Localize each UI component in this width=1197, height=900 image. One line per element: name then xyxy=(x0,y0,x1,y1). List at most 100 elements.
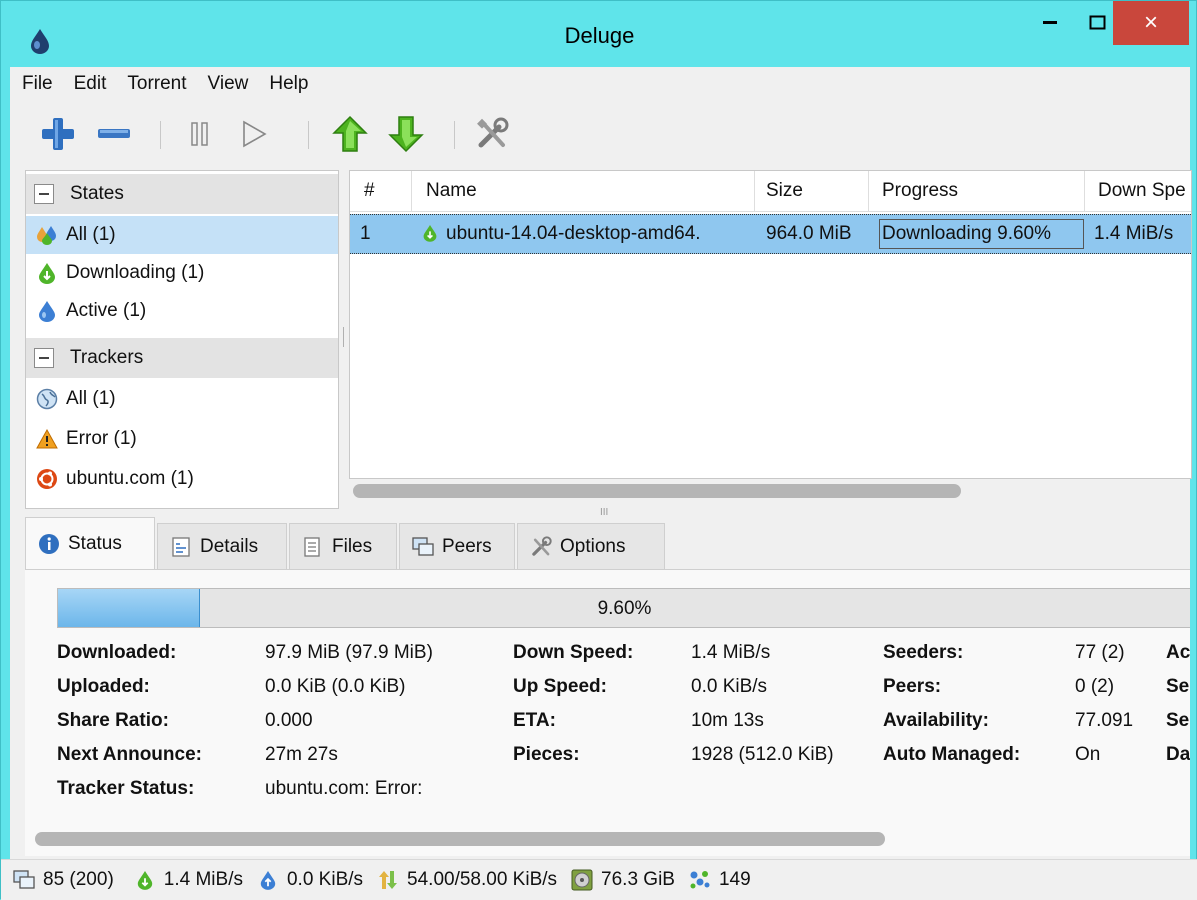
uploaded-value: 0.0 KiB (0.0 KiB) xyxy=(265,676,406,697)
menu-torrent[interactable]: Torrent xyxy=(115,73,195,101)
tab-options[interactable]: Options xyxy=(517,523,665,570)
column-divider[interactable] xyxy=(411,171,412,211)
title-bar[interactable]: Deluge × xyxy=(1,1,1197,71)
truncated-label: Se xyxy=(1166,676,1190,697)
connections-value: 85 (200) xyxy=(43,869,114,890)
queue-up-icon xyxy=(332,115,368,152)
collapse-icon[interactable] xyxy=(34,184,54,204)
up-down-arrows-icon xyxy=(377,869,399,891)
toolbar-separator xyxy=(160,121,161,149)
connections-status[interactable]: 85 (200) xyxy=(13,869,114,891)
toolbar-separator xyxy=(308,121,309,149)
add-torrent-button[interactable] xyxy=(36,109,80,159)
column-divider[interactable] xyxy=(754,171,755,211)
sidebar-item-active[interactable]: Active (1) xyxy=(26,292,338,330)
menu-bar: File Edit Torrent View Help xyxy=(10,73,317,101)
filter-sidebar: States All (1) Downloading (1) Active (1… xyxy=(25,170,339,509)
vertical-splitter-handle[interactable] xyxy=(341,327,347,347)
down-speed-value: 1.4 MiB/s xyxy=(691,642,771,663)
connections-icon xyxy=(13,869,35,891)
dht-nodes-value: 149 xyxy=(718,869,751,890)
active-icon xyxy=(36,300,58,322)
protocol-traffic-status[interactable]: 54.00/58.00 KiB/s xyxy=(377,869,557,891)
tab-files[interactable]: Files xyxy=(289,523,397,570)
globe-icon xyxy=(36,388,58,410)
states-group-header[interactable]: States xyxy=(26,174,338,214)
tab-peers[interactable]: Peers xyxy=(399,523,515,570)
trackers-group-header[interactable]: Trackers xyxy=(26,338,338,378)
tab-label: Status xyxy=(68,533,122,554)
add-icon xyxy=(42,118,74,150)
peers-value: 0 (2) xyxy=(1075,676,1115,697)
menu-help[interactable]: Help xyxy=(257,73,317,101)
pause-button[interactable] xyxy=(182,109,218,159)
auto-managed-value: On xyxy=(1075,744,1101,765)
ubuntu-icon xyxy=(36,468,58,490)
up-speed-label: Up Speed: xyxy=(513,676,607,697)
sidebar-item-ubuntu-com[interactable]: ubuntu.com (1) xyxy=(26,460,338,498)
torrent-list: # Name Size Progress Down Spe 1 ubuntu-1… xyxy=(349,170,1192,479)
column-divider[interactable] xyxy=(1084,171,1085,211)
remove-torrent-button[interactable] xyxy=(92,109,136,159)
download-speed-status[interactable]: 1.4 MiB/s xyxy=(134,869,243,891)
column-header-down-speed[interactable]: Down Spe xyxy=(1098,180,1186,202)
queue-down-button[interactable] xyxy=(384,109,428,159)
queue-up-button[interactable] xyxy=(328,109,372,159)
preferences-icon xyxy=(477,117,509,148)
menu-edit[interactable]: Edit xyxy=(62,73,116,101)
close-icon: × xyxy=(1143,9,1158,36)
downloaded-label: Downloaded: xyxy=(57,642,177,663)
details-tabs: Status Details Files Peers Options xyxy=(25,515,725,570)
tab-details[interactable]: Details xyxy=(157,523,287,570)
queue-down-icon xyxy=(388,116,424,153)
down-speed-label: Down Speed: xyxy=(513,642,634,663)
sidebar-item-error[interactable]: Error (1) xyxy=(26,420,338,458)
status-bar: 85 (200) 1.4 MiB/s 0.0 KiB/s 54.00/58.00… xyxy=(1,859,1197,900)
resume-button[interactable] xyxy=(236,109,272,159)
next-announce-label: Next Announce: xyxy=(57,744,202,765)
downloading-icon xyxy=(422,224,438,248)
files-icon xyxy=(302,536,324,558)
tab-label: Files xyxy=(332,536,373,557)
torrent-list-horizontal-scrollbar[interactable] xyxy=(353,484,961,498)
tab-status[interactable]: Status xyxy=(25,517,155,570)
up-speed-value: 0.0 KiB/s xyxy=(691,676,768,697)
remove-icon xyxy=(98,129,130,138)
upload-speed-icon xyxy=(257,869,279,891)
dht-nodes-status[interactable]: 149 xyxy=(689,869,751,891)
auto-managed-label: Auto Managed: xyxy=(883,744,1021,765)
peers-label: Peers: xyxy=(883,676,942,697)
column-header-name[interactable]: Name xyxy=(426,180,477,202)
sidebar-item-all-trackers[interactable]: All (1) xyxy=(26,380,338,418)
eta-value: 10m 13s xyxy=(691,710,764,731)
sidebar-item-downloading[interactable]: Downloading (1) xyxy=(26,254,338,292)
sidebar-item-all-states[interactable]: All (1) xyxy=(26,216,338,254)
status-horizontal-scrollbar[interactable] xyxy=(35,832,885,846)
preferences-button[interactable] xyxy=(470,109,514,159)
all-states-icon xyxy=(36,224,58,246)
toolbar-separator xyxy=(454,121,455,149)
deluge-window: Deluge × File Edit Torrent View Help Sta… xyxy=(0,0,1197,900)
peers-icon xyxy=(412,536,434,558)
free-space-status[interactable]: 76.3 GiB xyxy=(571,869,675,891)
downloading-icon xyxy=(36,262,58,284)
column-header-progress[interactable]: Progress xyxy=(882,180,958,202)
upload-speed-status[interactable]: 0.0 KiB/s xyxy=(257,869,363,891)
menu-view[interactable]: View xyxy=(196,73,258,101)
column-header-number[interactable]: # xyxy=(364,180,375,202)
states-group-label: States xyxy=(70,183,124,204)
minimize-button[interactable] xyxy=(1026,1,1074,45)
menu-file[interactable]: File xyxy=(10,73,62,101)
progress-bar-text: 9.60% xyxy=(597,598,652,619)
tracker-status-label: Tracker Status: xyxy=(57,778,195,799)
column-header-size[interactable]: Size xyxy=(766,180,803,202)
tab-label: Details xyxy=(200,536,259,557)
sidebar-item-label: All (1) xyxy=(66,388,116,409)
availability-value: 77.091 xyxy=(1075,710,1134,731)
torrent-row[interactable]: 1 ubuntu-14.04-desktop-amd64. 964.0 MiB … xyxy=(350,214,1191,254)
next-announce-value: 27m 27s xyxy=(265,744,338,765)
warning-icon xyxy=(36,428,58,450)
close-button[interactable]: × xyxy=(1113,1,1189,45)
column-divider[interactable] xyxy=(868,171,869,211)
collapse-icon[interactable] xyxy=(34,348,54,368)
